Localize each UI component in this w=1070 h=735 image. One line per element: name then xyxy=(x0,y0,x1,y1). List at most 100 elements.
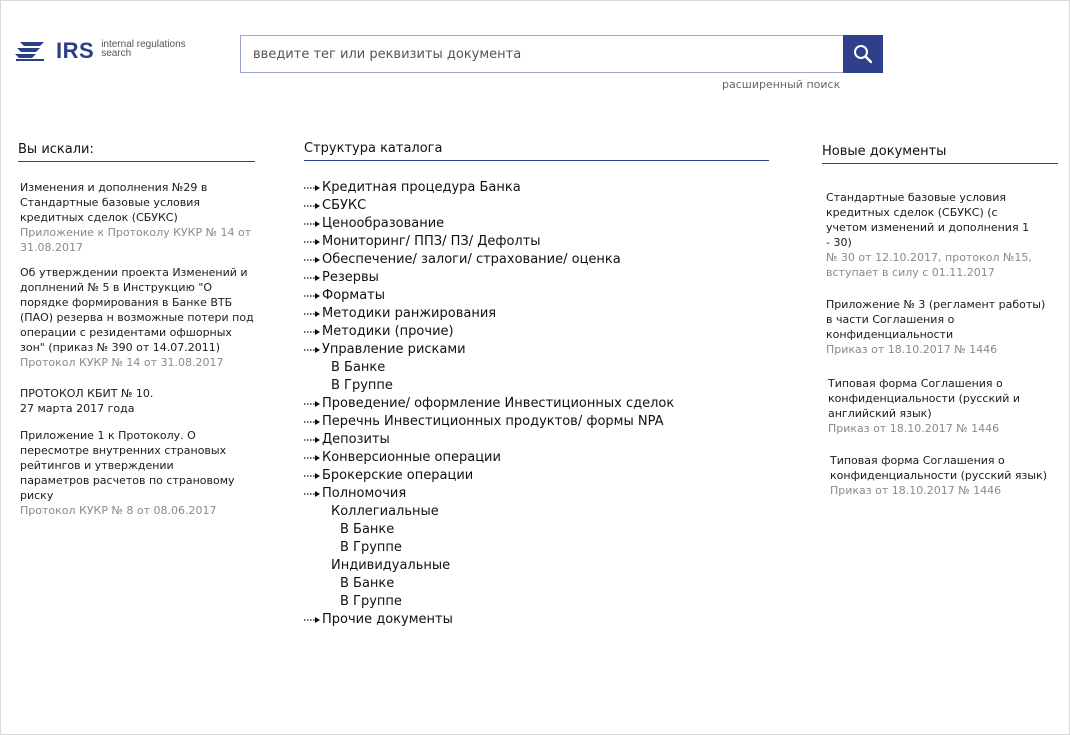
catalog-item[interactable]: Форматы xyxy=(304,287,769,305)
catalog-item[interactable]: Депозиты xyxy=(304,431,769,449)
dashed-arrow-icon xyxy=(304,293,320,299)
catalog-item-label: В Группе xyxy=(331,378,393,393)
catalog-item[interactable]: Проведение/ оформление Инвестиционных сд… xyxy=(304,395,769,413)
catalog-item[interactable]: Методики (прочие) xyxy=(304,323,769,341)
dashed-arrow-icon xyxy=(304,311,320,317)
catalog-item-label: Ценообразование xyxy=(322,216,445,231)
new-doc-text: Стандартные базовые условия кредитных сд… xyxy=(826,191,1030,249)
dashed-arrow-icon xyxy=(304,437,320,443)
catalog-title: Структура каталога xyxy=(304,141,769,161)
catalog-item[interactable]: Перечнь Инвестиционных продуктов/ формы … xyxy=(304,413,769,431)
logo-text: IRS xyxy=(56,38,95,63)
new-doc-meta: Приказ от 18.10.2017 № 1446 xyxy=(826,343,998,356)
dashed-arrow-icon xyxy=(304,419,320,425)
dashed-arrow-icon xyxy=(304,329,320,335)
catalog-item[interactable]: Мониторинг/ ППЗ/ ПЗ/ Дефолты xyxy=(304,233,769,251)
search-button[interactable] xyxy=(843,35,883,73)
searched-item-text: Приложение 1 к Протоколу. О пересмотре в… xyxy=(20,429,235,502)
search-icon xyxy=(854,45,873,64)
searched-item-text: Об утверждении проекта Изменений и доплн… xyxy=(20,266,254,354)
catalog-item-label: Кредитная процедура Банка xyxy=(322,180,521,195)
searched-title: Вы искали: xyxy=(18,142,255,162)
dashed-arrow-icon xyxy=(304,239,320,245)
dashed-arrow-icon xyxy=(304,491,320,497)
catalog-item-label: Управление рисками xyxy=(322,342,466,357)
catalog-item[interactable]: СБУКС xyxy=(304,197,769,215)
searched-item-meta: Протокол КУКР № 14 от 31.08.2017 xyxy=(20,356,224,369)
searched-panel: Вы искали: Изменения и дополнения №29 в … xyxy=(18,142,255,518)
catalog-item-label: Форматы xyxy=(322,288,386,303)
dashed-arrow-icon xyxy=(304,401,320,407)
catalog-item-label: Резервы xyxy=(322,270,379,285)
searched-item-meta: Протокол КУКР № 8 от 08.06.2017 xyxy=(20,504,217,517)
new-doc-meta: Приказ от 18.10.2017 № 1446 xyxy=(830,484,1002,497)
new-doc-text: Типовая форма Соглашения о конфиденциаль… xyxy=(830,454,1048,482)
catalog-item[interactable]: В Банке xyxy=(304,359,769,377)
new-docs-panel: Новые документы Стандартные базовые усло… xyxy=(822,144,1058,498)
catalog-item[interactable]: Резервы xyxy=(304,269,769,287)
catalog-item-label: В Банке xyxy=(340,522,395,537)
logo-subtitle-line2: search xyxy=(101,48,132,59)
catalog-item[interactable]: В Банке xyxy=(304,575,769,593)
new-doc-meta: Приказ от 18.10.2017 № 1446 xyxy=(828,422,1000,435)
searched-item-text: ПРОТОКОЛ КБИТ № 10. 27 марта 2017 года xyxy=(20,387,154,415)
new-doc-item[interactable]: Стандартные базовые условия кредитных сд… xyxy=(826,190,1036,280)
catalog-item[interactable]: Кредитная процедура Банка xyxy=(304,179,769,197)
new-doc-text: Типовая форма Соглашения о конфиденциаль… xyxy=(828,377,1021,420)
catalog-item[interactable]: Полномочия xyxy=(304,485,769,503)
catalog-item-label: СБУКС xyxy=(322,198,367,213)
dashed-arrow-icon xyxy=(304,275,320,281)
catalog-item-label: Индивидуальные xyxy=(331,558,451,573)
catalog-item[interactable]: Ценообразование xyxy=(304,215,769,233)
catalog-item[interactable]: Брокерские операции xyxy=(304,467,769,485)
catalog-item-label: Мониторинг/ ППЗ/ ПЗ/ Дефолты xyxy=(322,234,541,249)
catalog-item-label: В Группе xyxy=(340,540,402,555)
catalog-item[interactable]: Конверсионные операции xyxy=(304,449,769,467)
catalog-item-label: Коллегиальные xyxy=(331,504,439,519)
searched-item-meta: Приложение к Протоколу КУКР № 14 от 31.0… xyxy=(20,226,252,254)
catalog-item[interactable]: Обеспечение/ залоги/ страхование/ оценка xyxy=(304,251,769,269)
catalog-item-label: Методики ранжирования xyxy=(322,306,497,321)
searched-item-text: Изменения и дополнения №29 в Стандартные… xyxy=(20,181,208,224)
dashed-arrow-icon xyxy=(304,203,320,209)
searched-item[interactable]: ПРОТОКОЛ КБИТ № 10. 27 марта 2017 года xyxy=(20,386,170,416)
dashed-arrow-icon xyxy=(304,617,320,623)
catalog-item-label: Методики (прочие) xyxy=(322,324,454,339)
irs-logo-icon xyxy=(15,42,44,61)
new-doc-item[interactable]: Типовая форма Соглашения о конфиденциаль… xyxy=(828,376,1028,436)
catalog-item[interactable]: Коллегиальные xyxy=(304,503,769,521)
catalog-item[interactable]: В Группе xyxy=(304,377,769,395)
catalog-item[interactable]: В Группе xyxy=(304,593,769,611)
dashed-arrow-icon xyxy=(304,455,320,461)
catalog-item[interactable]: Методики ранжирования xyxy=(304,305,769,323)
catalog-item[interactable]: Управление рисками xyxy=(304,341,769,359)
catalog-list: Кредитная процедура Банка СБУКС Ценообразо… xyxy=(304,179,769,629)
searched-item[interactable]: Приложение 1 к Протоколу. О пересмотре в… xyxy=(20,428,242,518)
catalog-item[interactable]: В Банке xyxy=(304,521,769,539)
new-doc-item[interactable]: Типовая форма Соглашения о конфиденциаль… xyxy=(830,453,1052,498)
catalog-item-label: В Банке xyxy=(340,576,395,591)
catalog-item[interactable]: В Группе xyxy=(304,539,769,557)
new-docs-title: Новые документы xyxy=(822,144,1058,164)
logo-subtitle: internal regulations search xyxy=(101,40,186,59)
catalog-item-label: В Банке xyxy=(331,360,386,375)
catalog-item-label: Обеспечение/ залоги/ страхование/ оценка xyxy=(322,252,621,267)
searched-item[interactable]: Об утверждении проекта Изменений и доплн… xyxy=(20,265,255,370)
new-doc-item[interactable]: Приложение № 3 (регламент работы) в част… xyxy=(826,297,1046,357)
catalog-item-label: Брокерские операции xyxy=(322,468,474,483)
catalog-item-label: Проведение/ оформление Инвестиционных сд… xyxy=(322,396,675,411)
catalog-item-label: Конверсионные операции xyxy=(322,450,501,465)
catalog-panel: Структура каталога Кредитная процедура Б… xyxy=(304,141,769,629)
new-doc-meta: № 30 от 12.10.2017, протокол №15, вступа… xyxy=(826,251,1032,279)
catalog-item[interactable]: Прочие документы xyxy=(304,611,769,629)
search-input[interactable] xyxy=(240,35,843,73)
searched-item[interactable]: Изменения и дополнения №29 в Стандартные… xyxy=(20,180,255,255)
dashed-arrow-icon xyxy=(304,185,320,191)
catalog-item[interactable]: Индивидуальные xyxy=(304,557,769,575)
logo[interactable]: IRS internal regulations search xyxy=(14,38,186,64)
dashed-arrow-icon xyxy=(304,221,320,227)
catalog-item-label: Перечнь Инвестиционных продуктов/ формы … xyxy=(322,414,664,429)
advanced-search-link[interactable]: расширенный поиск xyxy=(722,78,840,91)
dashed-arrow-icon xyxy=(304,473,320,479)
search-bar xyxy=(240,35,883,73)
